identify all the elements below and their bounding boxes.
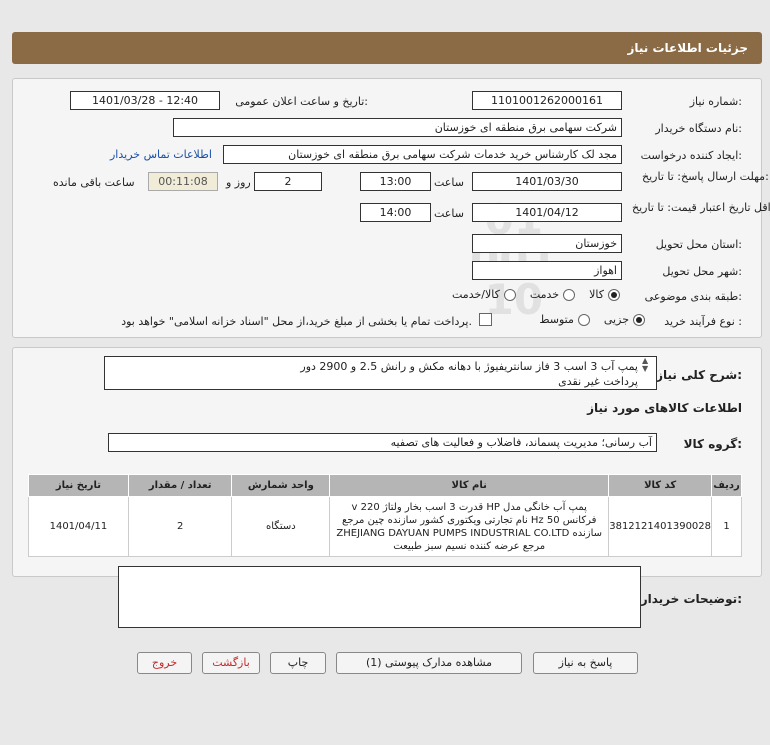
cell-unit: دستگاه [231, 496, 331, 557]
validity-date-field: 1401/04/12 [472, 203, 622, 222]
city-label: شهر محل تحویل: [662, 265, 742, 278]
treasury-checkbox[interactable] [479, 313, 492, 326]
deadline-date-field: 1401/03/30 [472, 172, 622, 191]
goods-group-field: آب رسانی؛ مدیریت پسماند، فاضلاب و فعالیت… [108, 433, 657, 452]
description-line-2: پرداخت غیر نقدی [558, 375, 638, 388]
back-button[interactable]: بازگشت [202, 652, 260, 674]
goods-group-label: گروه کالا: [683, 437, 742, 451]
radio-minor-icon[interactable] [633, 313, 645, 326]
col-code: کد کالا [608, 474, 713, 497]
description-label: شرح کلی نیاز: [656, 368, 742, 382]
table-row[interactable]: 1 3812121401390028 پمپ آب خانگی مدل HP ق… [28, 496, 742, 557]
creator-field: مجد لک کارشناس خرید خدمات شرکت سهامی برق… [223, 145, 622, 164]
category-label: طبقه بندی موضوعی: [644, 290, 742, 303]
description-box: پمپ آب 3 اسب 3 فاز سانتریفیوژ با دهانه م… [104, 356, 657, 390]
process-option-medium[interactable]: متوسط [539, 313, 590, 326]
exit-button[interactable]: خروج [137, 652, 192, 674]
col-date: تاریخ نیاز [28, 474, 129, 497]
attachments-button[interactable]: مشاهده مدارک پیوستی (1) [336, 652, 522, 674]
category-options: کالا خدمت کالا/خدمت [425, 288, 620, 301]
validity-time-field: 14:00 [360, 203, 431, 222]
col-qty: تعداد / مقدار [127, 474, 233, 497]
cell-qty: 2 [127, 496, 233, 557]
remaining-time-label: ساعت باقی مانده [53, 176, 135, 189]
radio-service-icon[interactable] [563, 288, 576, 301]
radio-goods-icon[interactable] [608, 288, 620, 301]
deadline-days-field: 2 [254, 172, 322, 191]
category-option-service[interactable]: خدمت [530, 288, 576, 301]
buyer-field: شرکت سهامی برق منطقه ای خوزستان [173, 118, 622, 137]
deadline-label: مهلت ارسال پاسخ: تا تاریخ: [642, 170, 769, 183]
announce-label: تاریخ و ساعت اعلان عمومی: [235, 95, 368, 108]
buyer-notes-label: توضیحات خریدار: [640, 592, 742, 606]
cell-index: 1 [711, 496, 742, 557]
province-label: استان محل تحویل: [655, 238, 742, 251]
need-number-field: 1101001262000161 [472, 91, 622, 110]
description-line-1: پمپ آب 3 اسب 3 فاز سانتریفیوژ با دهانه م… [300, 360, 638, 373]
goods-section-title: اطلاعات کالاهای مورد نیاز [587, 401, 742, 415]
buyer-notes-box [118, 566, 641, 628]
need-number-label: شماره نیاز: [689, 95, 742, 108]
buyer-label: نام دستگاه خریدار: [655, 122, 742, 135]
col-name: نام کالا [329, 474, 610, 497]
radio-medium-icon[interactable] [577, 313, 590, 326]
category-option-goods[interactable]: کالا [589, 288, 620, 301]
province-field: خوزستان [472, 234, 622, 253]
category-option-both[interactable]: کالا/خدمت [452, 288, 516, 301]
treasury-note: پرداخت تمام یا بخشی از مبلغ خرید،از محل … [121, 315, 472, 328]
announce-field: 1401/03/28 - 12:40 [70, 91, 220, 110]
buyer-contact-link[interactable]: اطلاعات تماس خریدار [110, 148, 212, 161]
deadline-time-label: ساعت [434, 176, 464, 189]
validity-time-label: ساعت [434, 207, 464, 220]
col-row-index: ردیف [711, 474, 742, 497]
reply-button[interactable]: پاسخ به نیاز [533, 652, 638, 674]
items-table: ردیف کد کالا نام کالا واحد شمارش تعداد /… [28, 474, 742, 557]
table-header-row: ردیف کد کالا نام کالا واحد شمارش تعداد /… [28, 474, 742, 497]
cell-name: پمپ آب خانگی مدل HP قدرت 3 اسب بخار ولتا… [329, 496, 610, 557]
validity-label: حداقل تاریخ اعتبار قیمت: تا تاریخ: [632, 201, 770, 214]
col-unit: واحد شمارش [231, 474, 331, 497]
remaining-time-field: 00:11:08 [148, 172, 218, 191]
scroll-arrows-icon[interactable]: ▲ ▼ [642, 357, 648, 373]
process-label: نوع فرآیند خرید : [664, 315, 742, 328]
city-field: اهواز [472, 261, 622, 280]
creator-label: ایجاد کننده درخواست: [640, 149, 742, 162]
print-button[interactable]: چاپ [270, 652, 326, 674]
deadline-days-label: روز و [226, 176, 251, 189]
deadline-time-field: 13:00 [360, 172, 431, 191]
process-options: جزیی متوسط [520, 313, 645, 326]
radio-both-icon[interactable] [503, 288, 516, 301]
cell-code: 3812121401390028 [608, 496, 713, 557]
page-header: جزئیات اطلاعات نیاز [12, 32, 762, 64]
process-option-minor[interactable]: جزیی [604, 313, 645, 326]
cell-date: 1401/04/11 [28, 496, 129, 557]
